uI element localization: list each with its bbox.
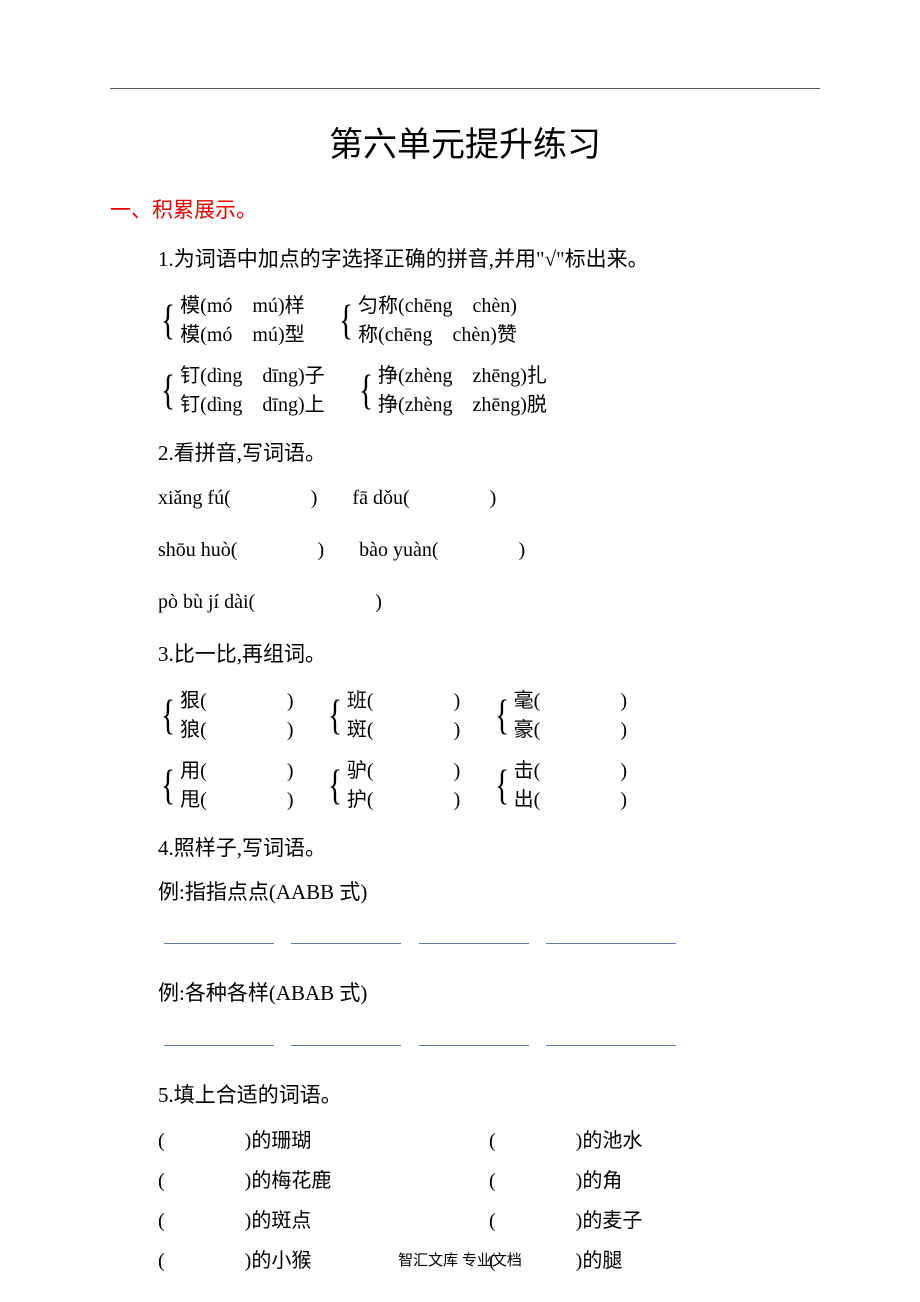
- brace-icon: {: [161, 362, 175, 420]
- blank-line: [419, 925, 529, 945]
- section-1-body: 1.为词语中加点的字选择正确的拼音,并用"√"标出来。 { 模(mó mú)样 …: [110, 242, 820, 1281]
- q2-item: pò bù jí dài( ): [158, 585, 382, 619]
- q2-item: fā dǒu( ): [352, 481, 496, 515]
- q3-line: 出( ): [514, 786, 627, 815]
- section-1-head: 一、积累展示。: [110, 194, 820, 224]
- q5-item: ( )的麦子: [489, 1201, 820, 1241]
- q5-item: ( )的角: [489, 1161, 820, 1201]
- brace-icon: {: [328, 757, 342, 815]
- brace-icon: {: [328, 687, 342, 745]
- q4-ex1: 例:指指点点(AABB 式): [158, 875, 820, 911]
- q2-item: shōu huò( ): [158, 533, 324, 567]
- q3-group: { 击( ) 出( ): [492, 757, 628, 815]
- q5-item: ( )的池水: [489, 1121, 820, 1161]
- brace-icon: {: [339, 292, 353, 350]
- brace-icon: {: [161, 687, 175, 745]
- q3-group: { 用( ) 甩( ): [158, 757, 294, 815]
- q1-groups: { 模(mó mú)样 模(mó mú)型 { 匀称(chēng chèn) 称…: [158, 286, 820, 426]
- q1-line: 称(chēng chèn)赞: [358, 321, 517, 350]
- q1-group: { 模(mó mú)样 模(mó mú)型: [158, 292, 305, 350]
- q5-prompt: 5.填上合适的词语。: [158, 1078, 820, 1114]
- q3-line: 护( ): [347, 786, 460, 815]
- q3-line: 斑( ): [347, 716, 460, 745]
- q1-line: 匀称(chēng chèn): [358, 292, 517, 321]
- q4-ex2: 例:各种各样(ABAB 式): [158, 976, 820, 1012]
- page-title: 第六单元提升练习: [110, 117, 820, 166]
- q3-line: 毫( ): [514, 687, 627, 716]
- q2-row: xiǎng fú( ) fā dǒu( ): [158, 481, 820, 515]
- q3-group: { 驴( ) 护( ): [325, 757, 461, 815]
- q2-row: pò bù jí dài( ): [158, 585, 820, 619]
- q5-item: ( )的斑点: [158, 1201, 489, 1241]
- q5-item: ( )的珊瑚: [158, 1121, 489, 1161]
- q1-group: { 钉(dìng dīng)子 钉(dìng dīng)上: [158, 362, 325, 420]
- q2-item: xiǎng fú( ): [158, 481, 317, 515]
- q3-line: 用( ): [180, 757, 293, 786]
- q4-blanks: [158, 1022, 820, 1058]
- q3-line: 甩( ): [180, 786, 293, 815]
- blank-line: [164, 1026, 274, 1046]
- blank-line: [546, 925, 676, 945]
- q1-line: 挣(zhèng zhēng)脱: [378, 391, 547, 420]
- blank-line: [164, 925, 274, 945]
- blank-line: [546, 1026, 676, 1046]
- q4-blanks: [158, 920, 820, 956]
- q3-line: 狠( ): [180, 687, 293, 716]
- blank-line: [291, 1026, 401, 1046]
- blank-line: [291, 925, 401, 945]
- q2-row: shōu huò( ) bào yuàn( ): [158, 533, 820, 567]
- q1-line: 钉(dìng dīng)子: [180, 362, 324, 391]
- q2-item: bào yuàn( ): [359, 533, 525, 567]
- page: 第六单元提升练习 一、积累展示。 1.为词语中加点的字选择正确的拼音,并用"√"…: [0, 0, 920, 1302]
- q1-line: 钉(dìng dīng)上: [180, 391, 324, 420]
- q5-item: ( )的梅花鹿: [158, 1161, 489, 1201]
- page-footer: 智汇文库 专业文档: [0, 1249, 920, 1270]
- q3-groups: { 狠( ) 狼( ) { 班( ) 斑( ): [158, 681, 820, 821]
- q3-line: 驴( ): [347, 757, 460, 786]
- q4-prompt: 4.照样子,写词语。: [158, 831, 820, 867]
- q3-line: 豪( ): [514, 716, 627, 745]
- brace-icon: {: [495, 757, 509, 815]
- q1-prompt: 1.为词语中加点的字选择正确的拼音,并用"√"标出来。: [158, 242, 820, 278]
- brace-icon: {: [161, 292, 175, 350]
- q1-group: { 挣(zhèng zhēng)扎 挣(zhèng zhēng)脱: [356, 362, 547, 420]
- top-rule: [110, 88, 820, 89]
- q1-line: 模(mó mú)样: [180, 292, 304, 321]
- brace-icon: {: [359, 362, 373, 420]
- brace-icon: {: [161, 757, 175, 815]
- q3-prompt: 3.比一比,再组词。: [158, 637, 820, 673]
- q1-line: 挣(zhèng zhēng)扎: [378, 362, 547, 391]
- q3-line: 班( ): [347, 687, 460, 716]
- q3-line: 狼( ): [180, 716, 293, 745]
- q1-group: { 匀称(chēng chèn) 称(chēng chèn)赞: [336, 292, 517, 350]
- q2-prompt: 2.看拼音,写词语。: [158, 436, 820, 472]
- q3-group: { 狠( ) 狼( ): [158, 687, 294, 745]
- q3-group: { 毫( ) 豪( ): [492, 687, 628, 745]
- blank-line: [419, 1026, 529, 1046]
- brace-icon: {: [495, 687, 509, 745]
- q3-line: 击( ): [514, 757, 627, 786]
- q1-line: 模(mó mú)型: [180, 321, 304, 350]
- q3-group: { 班( ) 斑( ): [325, 687, 461, 745]
